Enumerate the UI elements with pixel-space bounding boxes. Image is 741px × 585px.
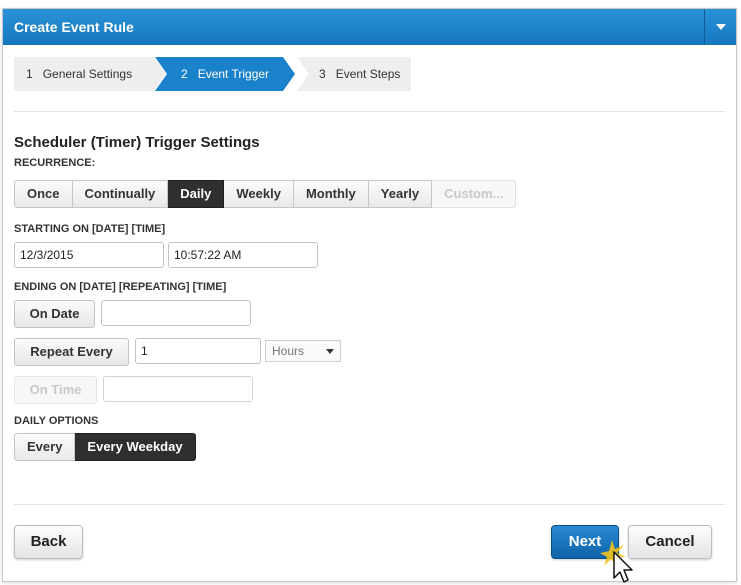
- step-number: 3: [319, 67, 326, 81]
- starting-on-label: STARTING ON [DATE] [TIME]: [14, 223, 166, 235]
- recurrence-label: RECURRENCE:: [14, 157, 96, 169]
- step-number: 1: [26, 67, 33, 81]
- daily-every-button[interactable]: Every: [14, 433, 76, 461]
- start-date-input[interactable]: 12/3/2015: [14, 242, 164, 268]
- dialog-titlebar: Create Event Rule: [3, 9, 736, 45]
- on-date-input[interactable]: [101, 300, 251, 326]
- on-date-button[interactable]: On Date: [14, 300, 95, 328]
- divider: [14, 504, 725, 505]
- recurrence-weekly-button[interactable]: Weekly: [224, 180, 294, 208]
- on-time-button[interactable]: On Time: [14, 376, 97, 404]
- divider: [14, 111, 725, 112]
- on-time-input[interactable]: [103, 376, 253, 402]
- step-general-settings[interactable]: 1 General Settings: [14, 57, 166, 91]
- repeat-unit-select[interactable]: Hours: [265, 340, 341, 362]
- section-heading: Scheduler (Timer) Trigger Settings: [14, 134, 260, 151]
- recurrence-yearly-button[interactable]: Yearly: [368, 180, 433, 208]
- recurrence-custom-button[interactable]: Custom...: [432, 180, 517, 208]
- wizard-steps: 1 General Settings 2 Event Trigger 3 Event …: [14, 57, 414, 91]
- ending-on-label: ENDING ON [DATE] [REPEATING] [TIME]: [14, 281, 227, 293]
- repeat-every-input[interactable]: 1: [135, 338, 261, 364]
- chevron-down-icon: [326, 349, 334, 354]
- recurrence-once-button[interactable]: Once: [14, 180, 73, 208]
- daily-options-label: DAILY OPTIONS: [14, 415, 99, 427]
- dialog-title: Create Event Rule: [14, 19, 134, 35]
- recurrence-daily-button[interactable]: Daily: [168, 180, 225, 208]
- step-number: 2: [181, 67, 188, 81]
- daily-options-group: Every Every Weekday: [14, 433, 196, 461]
- repeat-unit-value: Hours: [272, 344, 305, 358]
- mouse-cursor-icon: [600, 540, 633, 583]
- step-label: Event Steps: [335, 67, 401, 81]
- recurrence-monthly-button[interactable]: Monthly: [293, 180, 369, 208]
- recurrence-continually-button[interactable]: Continually: [72, 180, 169, 208]
- step-label: Event Trigger: [197, 67, 270, 81]
- start-time-input[interactable]: 10:57:22 AM: [168, 242, 318, 268]
- repeat-every-button[interactable]: Repeat Every: [14, 338, 129, 366]
- back-button[interactable]: Back: [14, 525, 83, 559]
- chevron-down-icon: [715, 24, 726, 30]
- step-event-trigger[interactable]: 2 Event Trigger: [155, 57, 295, 91]
- recurrence-group: Once Continually Daily Weekly Monthly Ye…: [14, 180, 517, 208]
- cancel-button[interactable]: Cancel: [628, 525, 712, 559]
- title-menu-button[interactable]: [704, 9, 736, 45]
- daily-every-weekday-button[interactable]: Every Weekday: [75, 433, 196, 461]
- step-event-steps[interactable]: 3 Event Steps: [297, 57, 411, 91]
- step-label: General Settings: [42, 67, 133, 81]
- create-event-rule-dialog: Create Event Rule 1 General Settings 2 Eve…: [2, 8, 737, 582]
